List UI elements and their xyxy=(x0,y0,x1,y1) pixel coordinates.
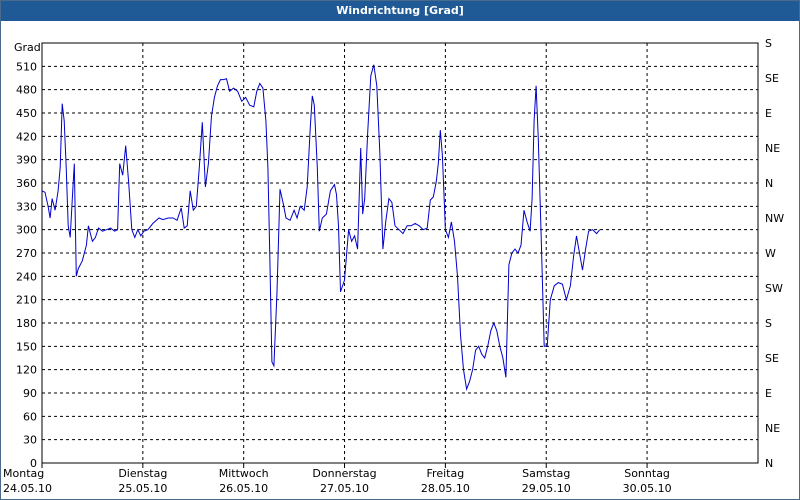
x-tick-date: 25.05.10 xyxy=(118,482,167,495)
x-tick-date: 24.05.10 xyxy=(3,482,52,495)
x-tick-date: 28.05.10 xyxy=(421,482,470,495)
y-tick-label: 150 xyxy=(16,340,37,353)
x-tick-date: 30.05.10 xyxy=(623,482,672,495)
x-tick-day: Donnerstag xyxy=(312,467,376,480)
y-tick-label: 180 xyxy=(16,317,37,330)
x-tick-day: Sonntag xyxy=(624,467,670,480)
y-axis: 0306090120150180210240270300330360390420… xyxy=(16,60,37,470)
y-tick-label: 30 xyxy=(23,434,37,447)
x-axis: Montag 24.05.10 Dienstag 25.05.10 Mittwoch 26… xyxy=(3,463,672,495)
chart-window: Windrichtung [Grad] 0 30 60 90 120 150 180 210 2… xyxy=(0,0,800,500)
y2-tick-label: E xyxy=(765,107,772,120)
wind-direction-chart: 0306090120150180210240270300330360390420… xyxy=(3,37,784,495)
y-tick-label: 420 xyxy=(16,130,37,143)
y-tick-label: 330 xyxy=(16,200,37,213)
y2-tick-label: SE xyxy=(765,352,779,365)
y-tick-label: 240 xyxy=(16,270,37,283)
x-tick-day: Mittwoch xyxy=(219,467,269,480)
y2-tick-label: SW xyxy=(765,282,783,295)
y-tick-label: 60 xyxy=(23,410,37,423)
x-tick-day: Dienstag xyxy=(118,467,167,480)
y-tick-label: 390 xyxy=(16,154,37,167)
y-tick-label: 450 xyxy=(16,107,37,120)
y2-tick-label: SE xyxy=(765,72,779,85)
y-tick-label: 210 xyxy=(16,294,37,307)
y2-tick-label: W xyxy=(765,247,776,260)
y2-tick-label: N xyxy=(765,177,773,190)
x-tick-date: 26.05.10 xyxy=(219,482,268,495)
y2-tick-label: N xyxy=(765,457,773,470)
y-axis-label: Grad xyxy=(14,41,41,54)
x-tick-date: 29.05.10 xyxy=(522,482,571,495)
y-tick-label: 300 xyxy=(16,224,37,237)
x-tick-date: 27.05.10 xyxy=(320,482,369,495)
y2-tick-label: NE xyxy=(765,142,780,155)
y-tick-label: 120 xyxy=(16,364,37,377)
y2-tick-label: NE xyxy=(765,422,780,435)
y-tick-label: 90 xyxy=(23,387,37,400)
x-tick-day: Montag xyxy=(3,467,44,480)
x-tick-day: Freitag xyxy=(427,467,465,480)
y-tick-label: 510 xyxy=(16,60,37,73)
x-tick-day: Samstag xyxy=(522,467,570,480)
y2-tick-label: S xyxy=(765,317,772,330)
y-tick-label: 480 xyxy=(16,84,37,97)
y2-axis: N NE E SE S SW W NW N NE E SE S xyxy=(765,37,784,470)
y-tick-label: 270 xyxy=(16,247,37,260)
y2-tick-label: S xyxy=(765,37,772,50)
y2-tick-label: E xyxy=(765,387,772,400)
y-tick-label: 360 xyxy=(16,177,37,190)
y2-tick-label: NW xyxy=(765,212,784,225)
